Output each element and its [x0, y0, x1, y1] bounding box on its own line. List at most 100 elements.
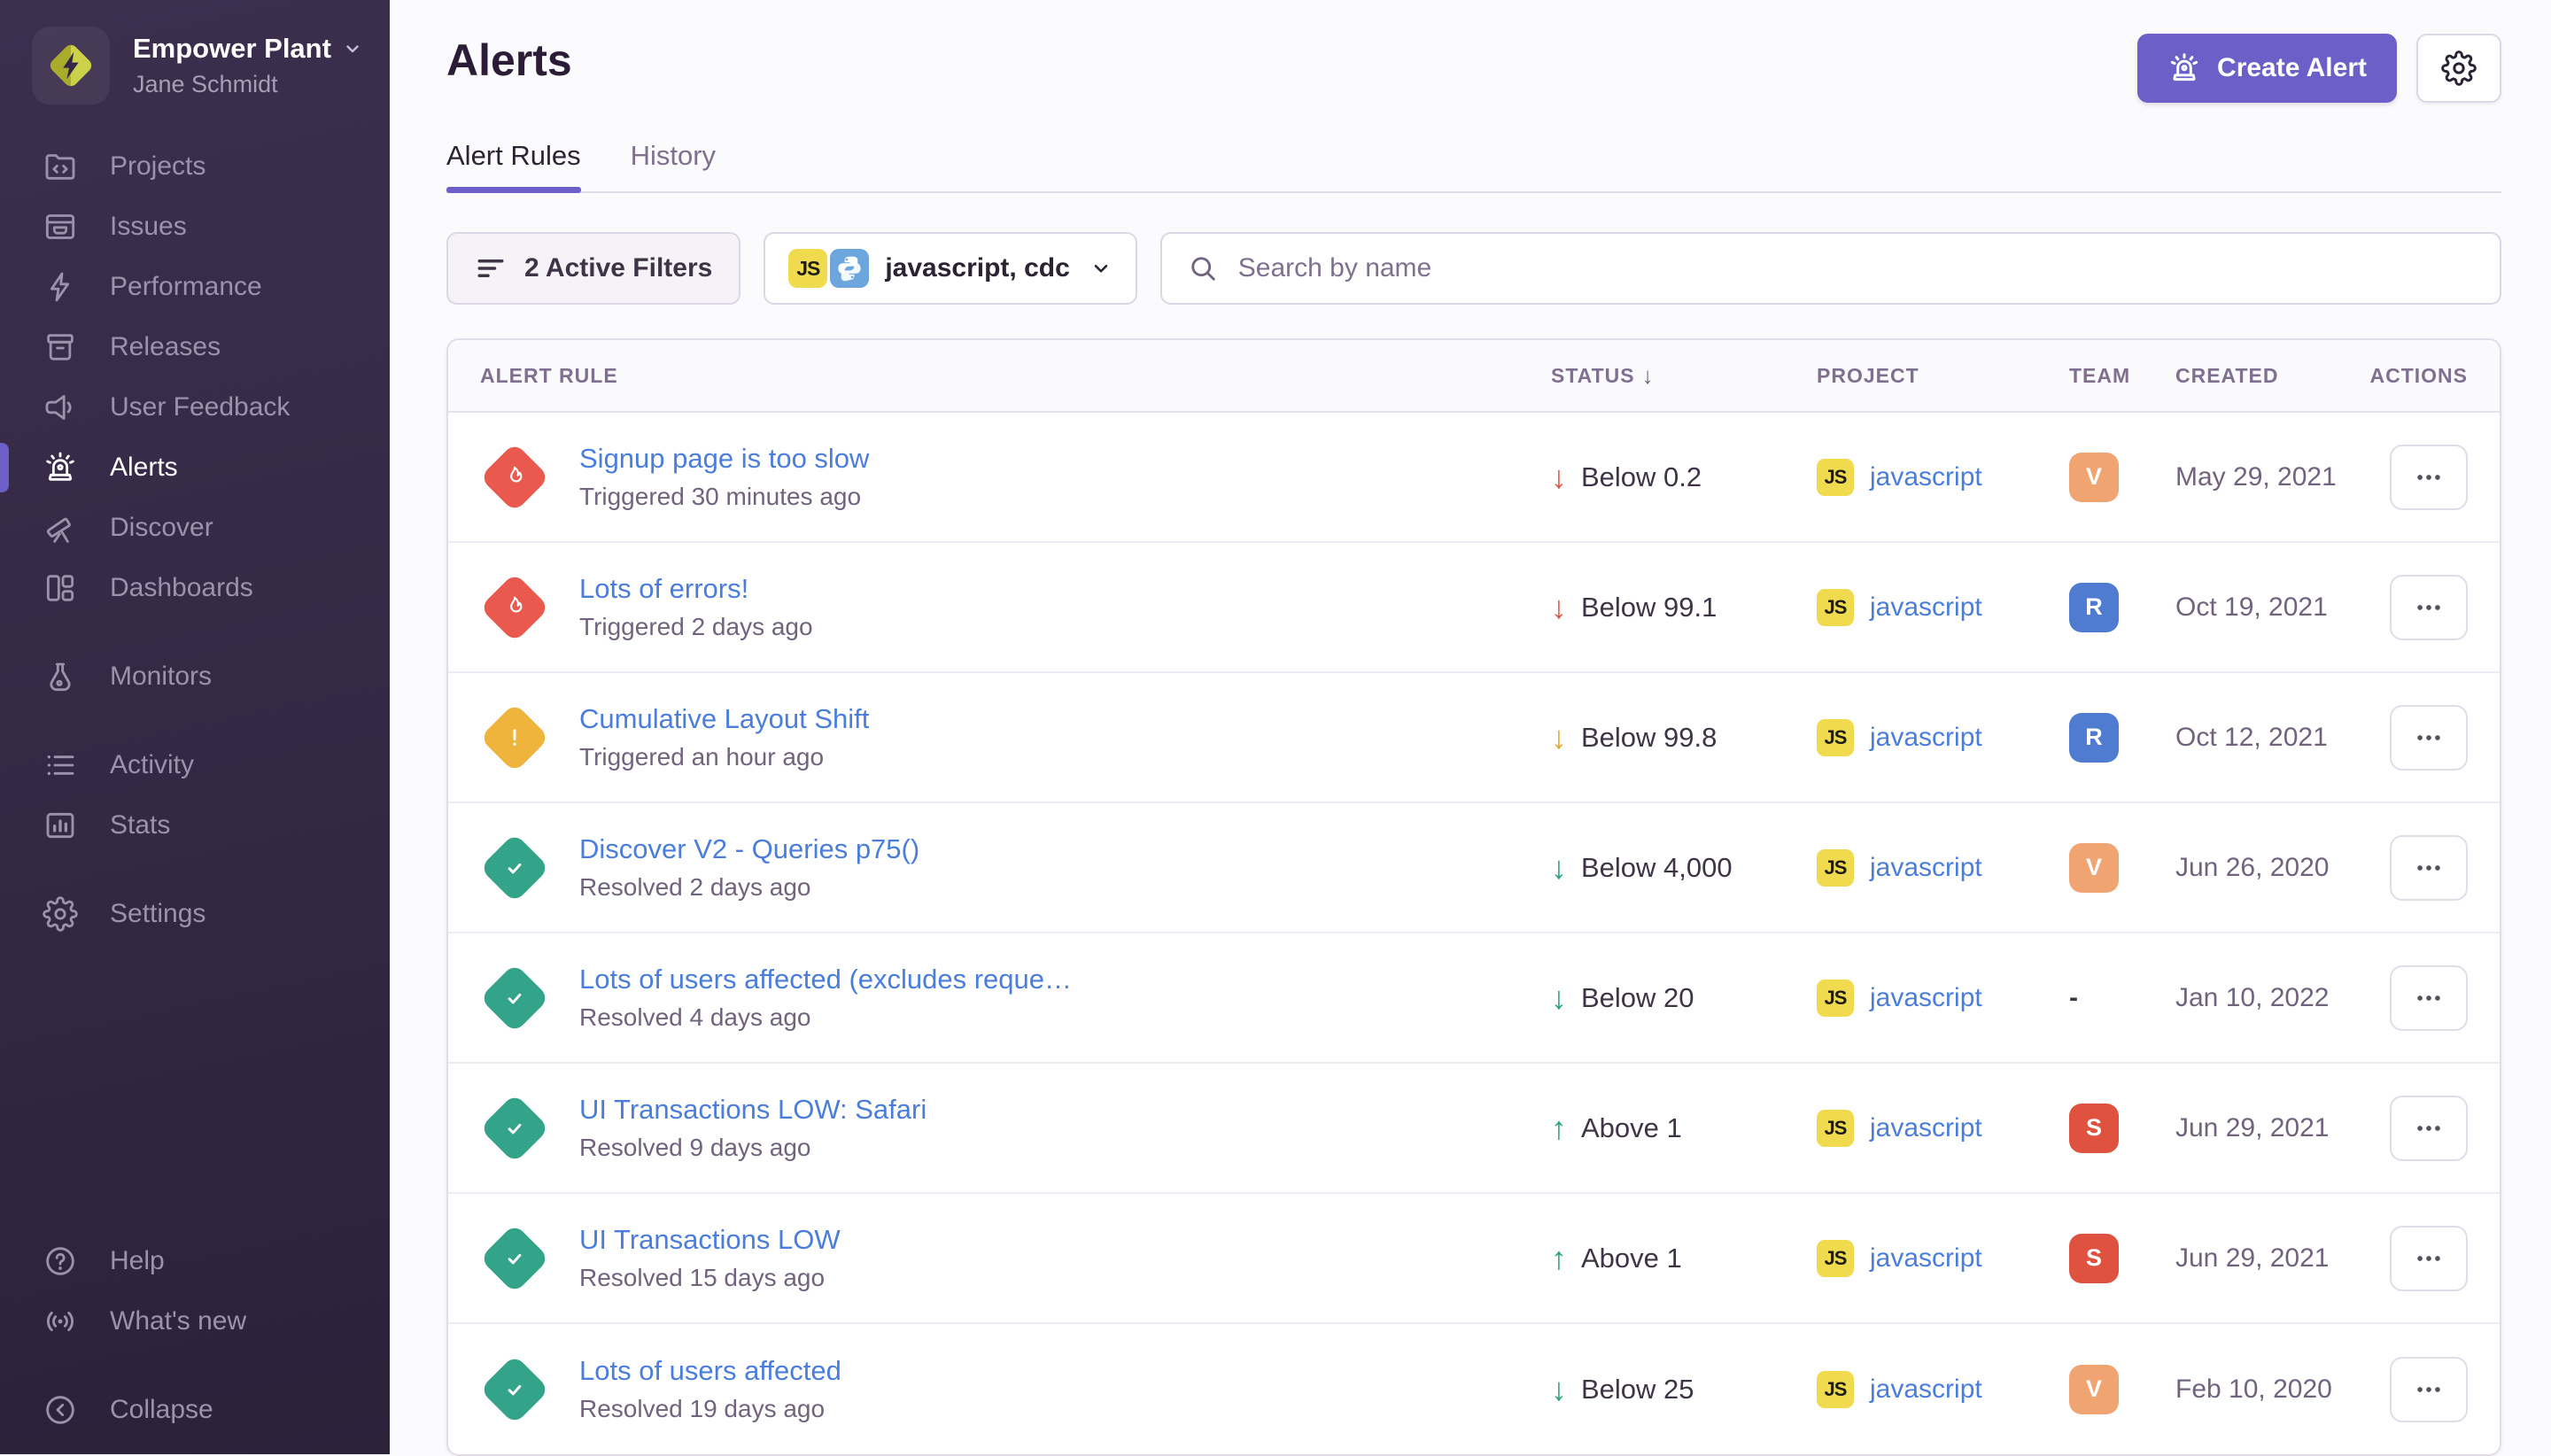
ellipsis-icon	[2414, 462, 2444, 492]
project-cell: JS javascript	[1817, 1240, 2069, 1277]
alert-rule-cell: Lots of errors! Triggered 2 days ago	[480, 573, 1551, 642]
table-row: Cumulative Layout Shift Triggered an hou…	[448, 673, 2500, 803]
project-cell: JSjavascript	[1817, 980, 2069, 1017]
table-row: Lots of errors! Triggered 2 days ago ↓Be…	[448, 543, 2500, 673]
row-actions-button[interactable]	[2390, 1357, 2468, 1422]
alert-rule-text: UI Transactions LOW: Safari Resolved 9 d…	[579, 1094, 927, 1162]
status-cell: ↑Above 1	[1551, 1243, 1817, 1274]
search-icon	[1187, 252, 1219, 284]
search-input[interactable]	[1237, 252, 2475, 284]
alert-rule-link[interactable]: Cumulative Layout Shift	[579, 703, 869, 735]
alert-rule-link[interactable]: Discover V2 - Queries p75()	[579, 833, 919, 865]
sidebar-item-stats[interactable]: Stats	[0, 795, 390, 856]
table-row: Lots of users affected (excludes reque… …	[448, 933, 2500, 1064]
sidebar-item-issues[interactable]: Issues	[0, 197, 390, 257]
alert-rule-link[interactable]: Lots of users affected	[579, 1355, 841, 1387]
ellipsis-icon	[2414, 853, 2444, 883]
sidebar-item-user-feedback[interactable]: User Feedback	[0, 377, 390, 438]
ellipsis-icon	[2414, 592, 2444, 623]
project-filter-label: javascript, cdc	[885, 253, 1069, 283]
project-link[interactable]: javascript	[1870, 983, 1982, 1013]
row-actions-button[interactable]	[2390, 1096, 2468, 1161]
team-avatar: S	[2069, 1234, 2119, 1283]
sidebar-nav: Projects Issues Performance Releases Use…	[0, 136, 390, 944]
alert-rule-link[interactable]: UI Transactions LOW	[579, 1224, 841, 1256]
status-direction-icon: ↓	[1551, 461, 1567, 493]
project-link[interactable]: javascript	[1870, 853, 1982, 883]
create-alert-button[interactable]: Create Alert	[2137, 34, 2397, 103]
row-actions-button[interactable]	[2390, 1226, 2468, 1291]
sidebar-item-monitors[interactable]: Monitors	[0, 647, 390, 707]
monitors-icon	[43, 659, 78, 694]
collapse-chevron-icon	[43, 1392, 78, 1428]
row-actions-button[interactable]	[2390, 965, 2468, 1031]
sidebar-item-label: Releases	[110, 332, 221, 362]
project-link[interactable]: javascript	[1870, 1113, 1982, 1143]
row-actions-button[interactable]	[2390, 835, 2468, 901]
table-header-row: Alert Rule Status ↓ Project Team Created…	[448, 340, 2500, 413]
alert-rule-link[interactable]: Lots of errors!	[579, 573, 813, 605]
sidebar-item-discover[interactable]: Discover	[0, 498, 390, 558]
sidebar-item-help[interactable]: Help	[0, 1231, 390, 1291]
team-cell: S	[2069, 1234, 2175, 1283]
user-feedback-icon	[43, 390, 78, 425]
column-header-status[interactable]: Status ↓	[1551, 362, 1817, 390]
sidebar-item-performance[interactable]: Performance	[0, 257, 390, 317]
status-direction-icon: ↓	[1551, 1374, 1567, 1406]
alert-rule-note: Resolved 15 days ago	[579, 1264, 841, 1292]
team-cell: -	[2069, 973, 2175, 1023]
stats-icon	[43, 808, 78, 843]
sidebar-item-label: Activity	[110, 750, 194, 780]
alert-rule-text: Lots of users affected (excludes reque… …	[579, 964, 1072, 1032]
org-switcher[interactable]: Empower Plant Jane Schmidt	[0, 0, 390, 105]
javascript-platform-icon: JS	[1817, 1240, 1854, 1277]
project-filter-dropdown[interactable]: JS javascript, cdc	[764, 232, 1136, 305]
ellipsis-icon	[2414, 1113, 2444, 1143]
alert-rule-link[interactable]: Lots of users affected (excludes reque…	[579, 964, 1072, 995]
python-logo-icon	[834, 252, 865, 284]
team-cell: V	[2069, 843, 2175, 893]
sidebar-footer: Help What's new Collapse	[0, 1231, 390, 1454]
sidebar-item-collapse[interactable]: Collapse	[0, 1380, 390, 1440]
status-label: Below 0.2	[1581, 461, 1702, 493]
project-link[interactable]: javascript	[1870, 723, 1982, 753]
user-name: Jane Schmidt	[133, 71, 363, 98]
alert-settings-button[interactable]	[2416, 34, 2501, 103]
status-label: Above 1	[1581, 1243, 1682, 1274]
sidebar-item-whats-new[interactable]: What's new	[0, 1291, 390, 1351]
alerts-icon	[43, 450, 78, 485]
status-label: Below 99.8	[1581, 722, 1717, 754]
alert-rule-link[interactable]: UI Transactions LOW: Safari	[579, 1094, 927, 1126]
sidebar: Empower Plant Jane Schmidt Projects Issu…	[0, 0, 390, 1454]
sidebar-item-label: User Feedback	[110, 392, 290, 422]
alert-rule-text: Discover V2 - Queries p75() Resolved 2 d…	[579, 833, 919, 902]
alert-rule-link[interactable]: Signup page is too slow	[579, 443, 869, 475]
sidebar-item-settings[interactable]: Settings	[0, 884, 390, 944]
tab-history[interactable]: History	[631, 140, 716, 191]
project-link[interactable]: javascript	[1870, 1375, 1982, 1405]
sidebar-item-alerts[interactable]: Alerts	[0, 438, 390, 498]
team-avatar: -	[2069, 973, 2175, 1023]
row-actions-button[interactable]	[2390, 445, 2468, 510]
sidebar-item-releases[interactable]: Releases	[0, 317, 390, 377]
releases-icon	[43, 329, 78, 365]
table-row: Lots of users affected Resolved 19 days …	[448, 1324, 2500, 1454]
sidebar-item-projects[interactable]: Projects	[0, 136, 390, 197]
sidebar-item-label: Collapse	[110, 1395, 213, 1425]
javascript-platform-icon: JS	[1817, 589, 1854, 626]
projects-icon	[43, 149, 78, 184]
active-filters-label: 2 Active Filters	[524, 253, 712, 283]
project-link[interactable]: javascript	[1870, 1243, 1982, 1274]
row-actions-button[interactable]	[2390, 575, 2468, 640]
sidebar-item-label: Dashboards	[110, 573, 253, 603]
project-link[interactable]: javascript	[1870, 462, 1982, 492]
tab-alert-rules[interactable]: Alert Rules	[446, 140, 581, 191]
alert-rule-note: Resolved 2 days ago	[579, 873, 919, 902]
alert-rule-note: Resolved 9 days ago	[579, 1134, 927, 1162]
project-link[interactable]: javascript	[1870, 592, 1982, 623]
active-filters-button[interactable]: 2 Active Filters	[446, 232, 740, 305]
row-actions-button[interactable]	[2390, 705, 2468, 771]
sidebar-item-dashboards[interactable]: Dashboards	[0, 558, 390, 618]
sidebar-item-activity[interactable]: Activity	[0, 735, 390, 795]
actions-cell	[2379, 705, 2468, 771]
